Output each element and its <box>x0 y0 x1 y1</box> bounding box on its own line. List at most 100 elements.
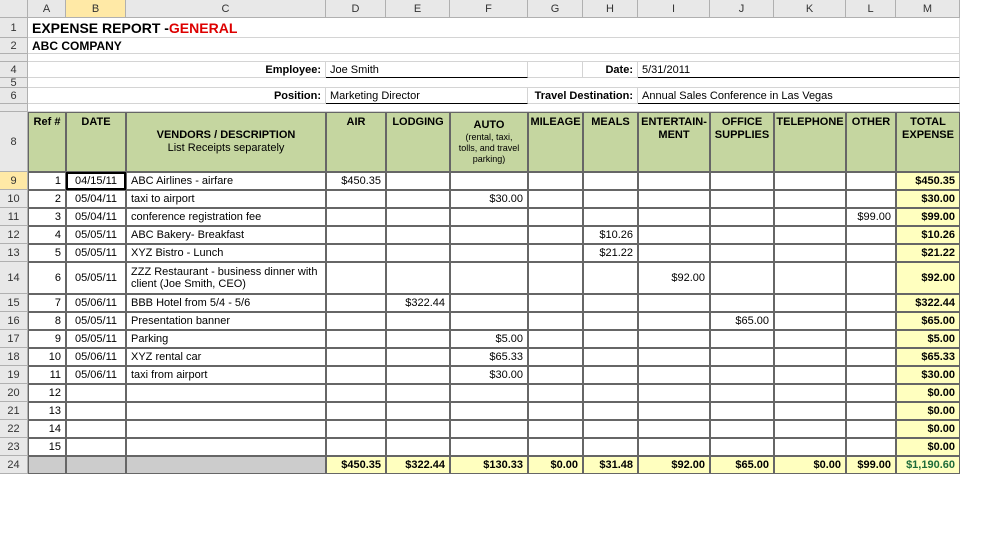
row-header-19[interactable]: 19 <box>0 366 28 384</box>
cell-row4-ref[interactable]: 4 <box>28 226 66 244</box>
row-header-12[interactable]: 12 <box>0 226 28 244</box>
cell-row7-auto[interactable] <box>450 294 528 312</box>
cell-row15-ref[interactable]: 15 <box>28 438 66 456</box>
cell-row6-office[interactable] <box>710 262 774 294</box>
cell-row4-office[interactable] <box>710 226 774 244</box>
cell-row3-lodging[interactable] <box>386 208 450 226</box>
cell-row6-lodging[interactable] <box>386 262 450 294</box>
cell-row15-lodging[interactable] <box>386 438 450 456</box>
row-header-6[interactable]: 6 <box>0 88 28 104</box>
cell-row11-desc[interactable]: taxi from airport <box>126 366 326 384</box>
cell-row5-meals[interactable]: $21.22 <box>583 244 638 262</box>
cell-row12-lodging[interactable] <box>386 384 450 402</box>
cell-row3-ent[interactable] <box>638 208 710 226</box>
cell-row1-meals[interactable] <box>583 172 638 190</box>
cell-row13-date[interactable] <box>66 402 126 420</box>
cell-row2-auto[interactable]: $30.00 <box>450 190 528 208</box>
cell-row1-auto[interactable] <box>450 172 528 190</box>
date-value[interactable]: 5/31/2011 <box>638 62 960 78</box>
cell-row5-tel[interactable] <box>774 244 846 262</box>
cell-row13-mileage[interactable] <box>528 402 583 420</box>
cell-row9-air[interactable] <box>326 330 386 348</box>
cell-row11-auto[interactable]: $30.00 <box>450 366 528 384</box>
cell-row11-meals[interactable] <box>583 366 638 384</box>
row-header-2[interactable]: 2 <box>0 38 28 54</box>
cell-row2-ref[interactable]: 2 <box>28 190 66 208</box>
cell-row14-ref[interactable]: 14 <box>28 420 66 438</box>
cell-row7-lodging[interactable]: $322.44 <box>386 294 450 312</box>
cell-row11-ref[interactable]: 11 <box>28 366 66 384</box>
cell-row15-date[interactable] <box>66 438 126 456</box>
cell-row9-lodging[interactable] <box>386 330 450 348</box>
cell-row9-desc[interactable]: Parking <box>126 330 326 348</box>
select-all-corner[interactable] <box>0 0 28 18</box>
cell-row2-air[interactable] <box>326 190 386 208</box>
cell-row4-desc[interactable]: ABC Bakery- Breakfast <box>126 226 326 244</box>
cell-row3-other[interactable]: $99.00 <box>846 208 896 226</box>
cell-row2-date[interactable]: 05/04/11 <box>66 190 126 208</box>
cell-row15-office[interactable] <box>710 438 774 456</box>
cell-row8-other[interactable] <box>846 312 896 330</box>
row-header-4[interactable]: 4 <box>0 62 28 78</box>
cell-row5-desc[interactable]: XYZ Bistro - Lunch <box>126 244 326 262</box>
cell-row11-date[interactable]: 05/06/11 <box>66 366 126 384</box>
cell-row9-other[interactable] <box>846 330 896 348</box>
cell-row14-mileage[interactable] <box>528 420 583 438</box>
cell-row14-other[interactable] <box>846 420 896 438</box>
row-header-23[interactable]: 23 <box>0 438 28 456</box>
cell-row10-meals[interactable] <box>583 348 638 366</box>
row-header-8[interactable]: 8 <box>0 112 28 172</box>
cell-row2-ent[interactable] <box>638 190 710 208</box>
cell-row12-ent[interactable] <box>638 384 710 402</box>
cell-row10-air[interactable] <box>326 348 386 366</box>
cell-row1-tel[interactable] <box>774 172 846 190</box>
cell-row14-meals[interactable] <box>583 420 638 438</box>
cell-row15-mileage[interactable] <box>528 438 583 456</box>
cell-row13-ent[interactable] <box>638 402 710 420</box>
cell-row11-office[interactable] <box>710 366 774 384</box>
cell-row13-other[interactable] <box>846 402 896 420</box>
cell-row5-air[interactable] <box>326 244 386 262</box>
cell-row4-meals[interactable]: $10.26 <box>583 226 638 244</box>
cell-row6-auto[interactable] <box>450 262 528 294</box>
cell-row10-desc[interactable]: XYZ rental car <box>126 348 326 366</box>
col-header-K[interactable]: K <box>774 0 846 18</box>
col-header-C[interactable]: C <box>126 0 326 18</box>
cell-row5-date[interactable]: 05/05/11 <box>66 244 126 262</box>
destination-value[interactable]: Annual Sales Conference in Las Vegas <box>638 88 960 104</box>
cell-row7-ref[interactable]: 7 <box>28 294 66 312</box>
col-header-F[interactable]: F <box>450 0 528 18</box>
cell-row10-mileage[interactable] <box>528 348 583 366</box>
col-header-G[interactable]: G <box>528 0 583 18</box>
cell-row4-air[interactable] <box>326 226 386 244</box>
cell-row8-ref[interactable]: 8 <box>28 312 66 330</box>
cell-row8-mileage[interactable] <box>528 312 583 330</box>
cell-row3-desc[interactable]: conference registration fee <box>126 208 326 226</box>
cell-row7-office[interactable] <box>710 294 774 312</box>
cell-row4-ent[interactable] <box>638 226 710 244</box>
cell-row9-ref[interactable]: 9 <box>28 330 66 348</box>
cell-row12-date[interactable] <box>66 384 126 402</box>
cell-row2-office[interactable] <box>710 190 774 208</box>
cell-row11-mileage[interactable] <box>528 366 583 384</box>
cell-row2-other[interactable] <box>846 190 896 208</box>
cell-row8-meals[interactable] <box>583 312 638 330</box>
cell-row5-mileage[interactable] <box>528 244 583 262</box>
cell-row6-ent[interactable]: $92.00 <box>638 262 710 294</box>
cell-row13-meals[interactable] <box>583 402 638 420</box>
cell-row12-ref[interactable]: 12 <box>28 384 66 402</box>
cell-row1-office[interactable] <box>710 172 774 190</box>
col-header-E[interactable]: E <box>386 0 450 18</box>
cell-row15-ent[interactable] <box>638 438 710 456</box>
cell-row15-auto[interactable] <box>450 438 528 456</box>
cell-row2-mileage[interactable] <box>528 190 583 208</box>
cell-row8-auto[interactable] <box>450 312 528 330</box>
col-header-B[interactable]: B <box>66 0 126 18</box>
cell-row14-ent[interactable] <box>638 420 710 438</box>
cell-row6-ref[interactable]: 6 <box>28 262 66 294</box>
cell-row11-other[interactable] <box>846 366 896 384</box>
cell-row13-ref[interactable]: 13 <box>28 402 66 420</box>
cell-row13-lodging[interactable] <box>386 402 450 420</box>
cell-row14-auto[interactable] <box>450 420 528 438</box>
cell-row1-date[interactable]: 04/15/11 <box>66 172 126 190</box>
